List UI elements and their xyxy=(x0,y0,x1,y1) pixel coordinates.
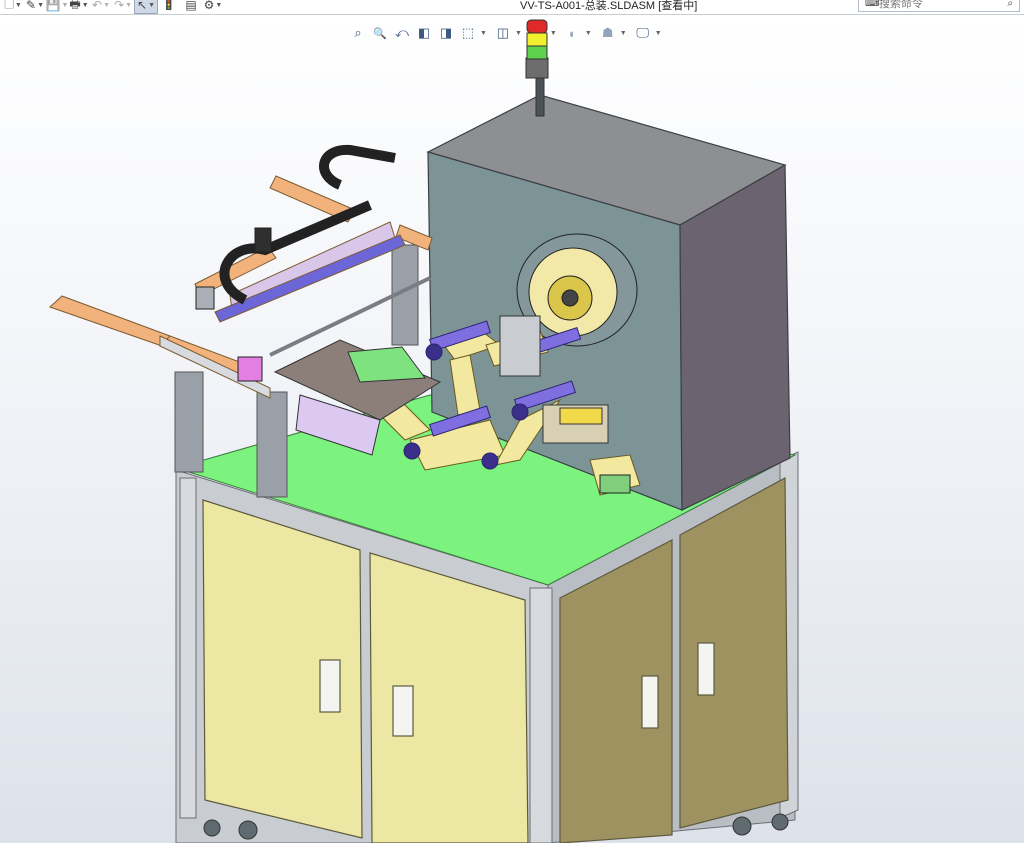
box-side xyxy=(679,163,791,511)
assembly-model[interactable] xyxy=(0,0,1024,843)
door-handle xyxy=(319,659,341,713)
door-handle xyxy=(392,685,414,737)
door-handle xyxy=(641,675,659,729)
side-door-right xyxy=(679,476,789,829)
door-handle xyxy=(697,642,715,696)
